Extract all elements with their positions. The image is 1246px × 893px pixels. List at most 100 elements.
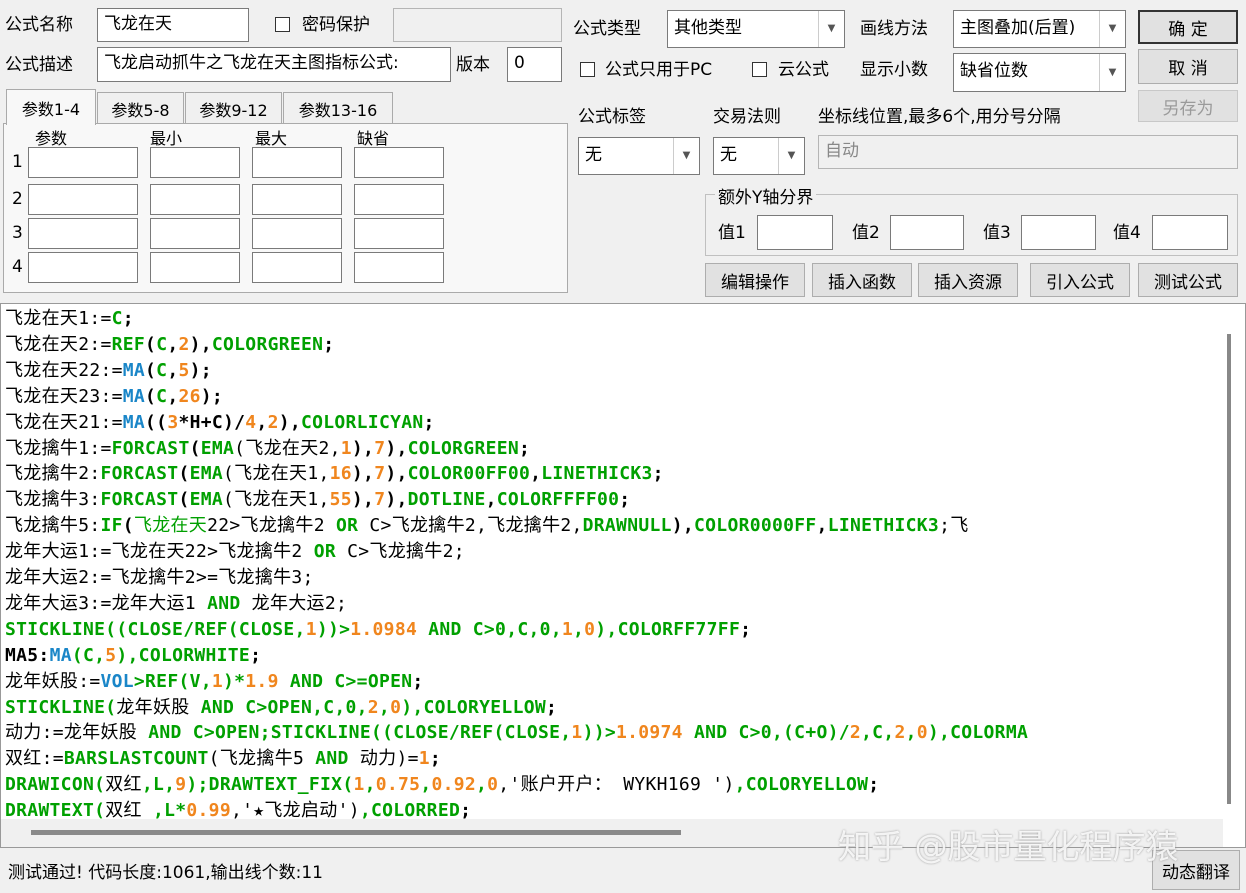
password-checkbox[interactable] [275, 17, 290, 32]
code-token: C [156, 359, 168, 381]
yaxis-label-1: 值1 [718, 223, 746, 243]
code-editor[interactable]: 飞龙在天1:=C; 飞龙在天2:=REF(C,2),COLORGREEN; 飞龙在天… [0, 303, 1246, 848]
code-token: MA [122, 359, 146, 381]
import-formula-button[interactable]: 引入公式 [1030, 263, 1130, 297]
code-token: (( [145, 411, 168, 433]
param-input-1-min[interactable] [150, 147, 240, 178]
cancel-button[interactable]: 取 消 [1138, 49, 1238, 84]
param-input-4-min[interactable] [150, 252, 240, 283]
param-input-3-max[interactable] [252, 218, 342, 249]
code-token: EMA [189, 463, 224, 485]
code-token: C [111, 308, 123, 329]
code-token: DOTLINE [407, 489, 486, 511]
code-token: 龙年大运2:=飞龙擒牛2>=飞龙擒牛3; [5, 567, 314, 588]
ok-button[interactable]: 确 定 [1138, 10, 1238, 44]
cloud-checkbox[interactable] [752, 62, 767, 77]
code-token: COLOR00FF00 [407, 463, 531, 485]
code-line: 龙年大运3:=龙年大运1 AND 龙年大运2; [5, 591, 1223, 617]
code-token: C>飞龙擒牛2,飞龙擒牛2, [358, 515, 583, 537]
code-token: ; [740, 618, 752, 640]
insert-function-button[interactable]: 插入函数 [812, 263, 912, 297]
code-token: ; [323, 333, 335, 355]
vertical-scrollbar[interactable] [1227, 334, 1231, 804]
tab-params-1-4[interactable]: 参数1-4 [6, 89, 96, 125]
tab-params-5-8[interactable]: 参数5-8 [97, 92, 184, 124]
type-select[interactable]: 其他类型 ▼ [667, 10, 845, 48]
desc-input[interactable]: 飞龙启动抓牛之飞龙在天主图指标公式: [97, 47, 451, 82]
param-input-2-max[interactable] [252, 184, 342, 215]
code-token: REF [111, 333, 146, 355]
insert-resource-button[interactable]: 插入资源 [918, 263, 1018, 297]
rule-select[interactable]: 无 ▼ [713, 137, 805, 175]
code-line: MA5:MA(C,5),COLORWHITE; [5, 643, 1223, 669]
chevron-down-icon: ▼ [1099, 11, 1125, 47]
password-input[interactable] [393, 8, 562, 42]
code-line: DRAWICON(双红,L,9);DRAWTEXT_FIX(1,0.75,0.9… [5, 772, 1223, 798]
code-token: 飞龙在天 [133, 515, 208, 537]
param-input-1-name[interactable] [28, 147, 138, 178]
decimal-select[interactable]: 缺省位数 ▼ [953, 53, 1126, 92]
code-token: 龙年大运1:=飞龙在天22>飞龙擒牛2 [5, 541, 314, 563]
param-input-1-max[interactable] [252, 147, 342, 178]
param-input-4-name[interactable] [28, 252, 138, 283]
param-input-3-name[interactable] [28, 218, 138, 249]
code-token: 双红:= [5, 748, 64, 770]
code-token: 3 [167, 411, 179, 433]
code-token: ; [545, 696, 558, 718]
code-line: 飞龙在天23:=MA(C,26); [5, 384, 1223, 410]
code-token: , [530, 463, 542, 485]
yaxis-input-4[interactable] [1152, 215, 1228, 250]
test-formula-button[interactable]: 测试公式 [1138, 263, 1238, 297]
code-token: 龙年大运3:=龙年大运1 [5, 592, 208, 614]
param-input-3-default[interactable] [354, 218, 444, 249]
code-token: FORCAST [100, 489, 179, 511]
yaxis-input-2[interactable] [890, 215, 964, 250]
param-input-2-default[interactable] [354, 184, 444, 215]
horizontal-scrollbar[interactable] [31, 830, 681, 835]
yaxis-input-1[interactable] [757, 215, 833, 250]
code-token: (飞龙擒牛5 [208, 748, 316, 770]
code-token: AND C>0,C,0, [417, 618, 562, 640]
save-as-button[interactable]: 另存为 [1138, 90, 1238, 122]
version-input[interactable]: 0 [507, 47, 562, 82]
code-line: STICKLINE(龙年妖股 AND C>OPEN,C,0,2,0),COLOR… [5, 695, 1223, 721]
code-token: ; [519, 437, 531, 459]
code-token: COLORGREEN [407, 437, 519, 459]
code-line: 飞龙擒牛1:=FORCAST(EMA(飞龙在天2,1),7),COLORGREE… [5, 436, 1223, 462]
cloud-label: 云公式 [778, 60, 829, 80]
code-line: 龙年大运2:=飞龙擒牛2>=飞龙擒牛3; [5, 565, 1223, 591]
code-token: (飞龙在天1, [223, 463, 330, 485]
code-token: >REF(V, [133, 670, 212, 692]
edit-button[interactable]: 编辑操作 [705, 263, 805, 297]
param-row-number: 1 [12, 152, 23, 172]
code-token: OR [313, 541, 336, 563]
param-row-number: 3 [12, 223, 23, 243]
param-input-2-name[interactable] [28, 184, 138, 215]
code-token: 0.99 [186, 800, 231, 822]
param-input-2-min[interactable] [150, 184, 240, 215]
name-input[interactable]: 飞龙在天 [97, 8, 249, 42]
code-token: 飞龙在天1:= [5, 308, 112, 329]
param-input-4-default[interactable] [354, 252, 444, 283]
code-line: 动力:=龙年妖股 AND C>OPEN;STICKLINE((CLOSE/REF… [5, 720, 1223, 746]
tag-select[interactable]: 无 ▼ [578, 137, 700, 175]
pc-only-checkbox[interactable] [580, 62, 595, 77]
yaxis-input-3[interactable] [1021, 215, 1096, 250]
tab-params-9-12[interactable]: 参数9-12 [185, 92, 282, 124]
yaxis-group-title: 额外Y轴分界 [715, 183, 817, 208]
code-token: 1 [340, 437, 352, 459]
param-input-4-max[interactable] [252, 252, 342, 283]
rule-value: 无 [720, 145, 737, 165]
chevron-down-icon: ▼ [778, 138, 804, 174]
tab-params-13-16[interactable]: 参数13-16 [283, 92, 393, 124]
param-input-3-min[interactable] [150, 218, 240, 249]
code-token: 7 [374, 489, 386, 511]
draw-select[interactable]: 主图叠加(后置) ▼ [953, 10, 1126, 48]
code-token: ; [250, 644, 262, 666]
code-token: 0.92 [431, 774, 477, 796]
code-token: ( [145, 333, 157, 355]
coord-input[interactable]: 自动 [818, 135, 1238, 169]
code-token: 2 [267, 411, 279, 433]
param-input-1-default[interactable] [354, 147, 444, 178]
code-token: 7 [374, 463, 386, 485]
